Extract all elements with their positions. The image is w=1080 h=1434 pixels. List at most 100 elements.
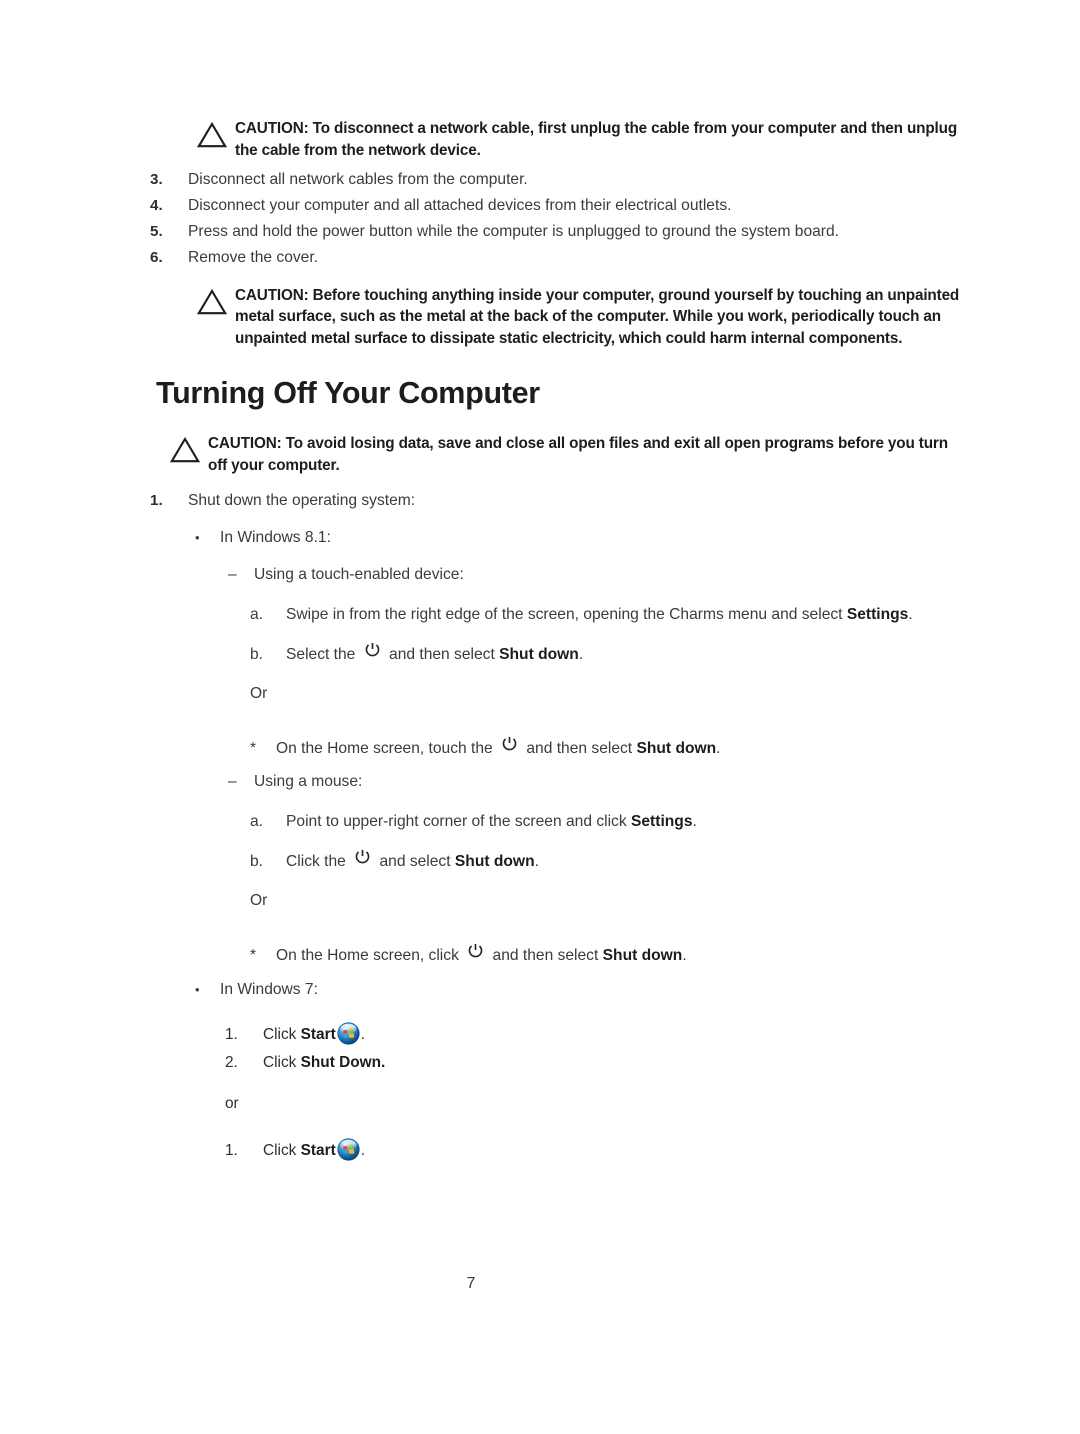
list-item-windows-81: • In Windows 8.1: (150, 525, 960, 550)
bold-settings: Settings (630, 813, 693, 831)
text-fragment: Point to upper-right corner of the scree… (286, 813, 631, 831)
list-item-mouse-a: a. Point to upper-right corner of the sc… (150, 809, 960, 834)
mouse-or-separator: Or (150, 888, 960, 913)
list-item-text: Shut down the operating system: (188, 491, 416, 509)
list-item-number: 5. (150, 223, 163, 241)
list-item: 4. Disconnect your computer and all atta… (150, 193, 960, 219)
touch-or-separator: Or (150, 681, 960, 706)
bold-start: Start (300, 1142, 336, 1160)
text-fragment: and then select (488, 947, 603, 965)
power-icon (353, 848, 372, 867)
text-fragment: Click (263, 1026, 301, 1044)
text-fragment: . (908, 606, 913, 624)
warning-triangle-icon (197, 289, 227, 314)
text-fragment: . (692, 813, 697, 831)
power-icon (466, 942, 485, 961)
text-fragment: Click (263, 1054, 301, 1072)
mouse-step-a-text: Point to upper-right corner of the scree… (286, 809, 960, 834)
list-item-marker: b. (250, 646, 264, 664)
list-item: 6. Remove the cover. (150, 245, 960, 271)
list-item-win7-alt-step-1: 1. Click Start. (150, 1138, 960, 1163)
text-fragment: . (360, 1026, 365, 1044)
list-item-number: 1. (150, 491, 163, 509)
caution-network-cable-text: CAUTION: To disconnect a network cable, … (235, 120, 958, 159)
list-item-number: 1. (225, 1142, 238, 1160)
windows-start-orb-icon (337, 1138, 360, 1161)
list-item-mouse-b: b. Click the and select Shut down. (150, 849, 960, 874)
text-fragment: Click (263, 1142, 301, 1160)
list-item-number: 2. (225, 1054, 238, 1072)
list-item-win7-step-1: 1. Click Start. (150, 1022, 960, 1047)
list-item-marker: a. (250, 606, 264, 624)
list-item-text: Press and hold the power button while th… (188, 223, 840, 241)
mouse-step-b-text: Click the and select Shut down. (286, 849, 960, 874)
text-fragment: and then select (522, 740, 637, 758)
list-item-number: 4. (150, 197, 163, 215)
text-fragment: Select the (286, 646, 360, 664)
win7-or-separator: or (150, 1091, 960, 1116)
list-item-touch-b: b. Select the and then select Shut down. (150, 642, 960, 667)
bullet-icon: • (195, 982, 200, 998)
or-label: or (225, 1095, 239, 1113)
text-fragment: and select (375, 853, 455, 871)
list-item-marker: b. (250, 853, 264, 871)
mouse-label: Using a mouse: (254, 773, 363, 791)
asterisk-icon: * (250, 947, 257, 965)
text-fragment: . (360, 1142, 365, 1160)
list-item: 5. Press and hold the power button while… (150, 219, 960, 245)
list-item-text: Disconnect your computer and all attache… (188, 197, 732, 215)
list-item-touch-device: – Using a touch-enabled device: (150, 562, 960, 587)
before-working-steps: 3. Disconnect all network cables from th… (150, 167, 960, 271)
bold-start: Start (300, 1026, 336, 1044)
caution-network-cable: CAUTION: To disconnect a network cable, … (150, 118, 960, 161)
list-item-touch-a: a. Swipe in from the right edge of the s… (150, 602, 960, 627)
list-item-mouse: – Using a mouse: (150, 769, 960, 794)
list-item-text: Disconnect all network cables from the c… (188, 171, 528, 189)
power-icon (363, 641, 382, 660)
page-number: 7 (466, 1275, 476, 1292)
asterisk-icon: * (250, 740, 257, 758)
dash-icon: – (228, 566, 237, 584)
warning-triangle-icon (197, 122, 227, 147)
list-item-marker: a. (250, 813, 264, 831)
text-fragment: Click the (286, 853, 351, 871)
text-fragment: . (578, 646, 584, 664)
win7-alt-step-1-text: Click Start. (263, 1138, 960, 1163)
or-label: Or (250, 892, 268, 910)
bold-shut-down: Shut down (499, 646, 579, 664)
text-fragment: . (534, 853, 539, 871)
caution-grounding-text: CAUTION: Before touching anything inside… (235, 286, 960, 347)
or-label: Or (250, 685, 268, 703)
text-fragment: . (682, 947, 687, 965)
windows-81-label: In Windows 8.1: (220, 529, 331, 547)
mouse-home-text: On the Home screen, click and then selec… (276, 943, 960, 968)
text-fragment: Swipe in from the right edge of the scre… (286, 606, 847, 624)
dash-icon: – (228, 773, 237, 791)
power-icon (500, 735, 519, 754)
caution-grounding: CAUTION: Before touching anything inside… (150, 285, 960, 350)
windows-start-orb-icon (337, 1022, 360, 1045)
caution-losing-data: CAUTION: To avoid losing data, save and … (150, 433, 960, 476)
touch-device-label: Using a touch-enabled device: (254, 566, 464, 584)
warning-triangle-icon (170, 437, 200, 462)
shutdown-step-1: 1. Shut down the operating system: (150, 488, 960, 514)
touch-home-text: On the Home screen, touch the and then s… (276, 736, 960, 761)
list-item-win7-step-2: 2. Click Shut Down. (150, 1050, 960, 1075)
bold-shut-down: Shut down (454, 853, 535, 871)
document-page: CAUTION: To disconnect a network cable, … (0, 0, 1080, 1434)
bullet-icon: • (195, 530, 200, 546)
bold-shut-down: Shut down (636, 740, 717, 758)
bold-shut-down: Shut down (602, 947, 683, 965)
list-item-number: 1. (225, 1026, 238, 1044)
list-item-number: 3. (150, 171, 163, 189)
touch-step-b-text: Select the and then select Shut down. (286, 642, 960, 667)
bold-settings: Settings (846, 606, 909, 624)
text-fragment: . (716, 740, 721, 758)
list-item-windows-7: • In Windows 7: (150, 977, 960, 1002)
win7-step-1-text: Click Start. (263, 1022, 960, 1047)
text-fragment: and then select (384, 646, 500, 664)
list-item-mouse-home: * On the Home screen, click and then sel… (150, 943, 960, 968)
page-title: Turning Off Your Computer (156, 376, 540, 411)
list-item-number: 6. (150, 249, 163, 267)
windows-7-label: In Windows 7: (220, 981, 318, 999)
